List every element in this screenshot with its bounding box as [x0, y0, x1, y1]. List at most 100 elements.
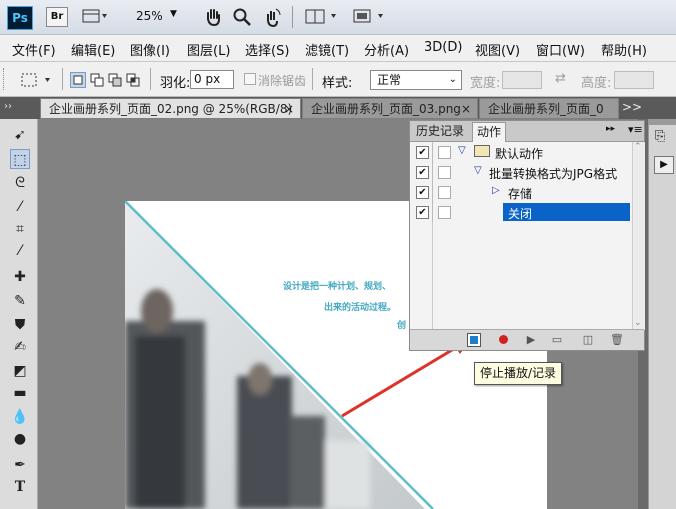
close-icon[interactable]: × [461, 99, 471, 118]
action-row-batch-convert[interactable]: ✔ ▽ 批量转换格式为JPG格式 [410, 162, 632, 182]
menu-layer[interactable]: 图层(L) [187, 40, 230, 59]
feather-input[interactable]: 0 px [190, 70, 234, 89]
toggle-checkbox[interactable]: ✔ [416, 206, 429, 219]
antialias-checkbox[interactable] [244, 73, 256, 85]
intersect-selection-button[interactable] [125, 72, 141, 88]
toggle-checkbox[interactable]: ✔ [416, 146, 429, 159]
menu-edit[interactable]: 编辑(E) [71, 40, 115, 59]
actions-panel-icon[interactable]: ▶ [654, 156, 674, 174]
dock-grip [649, 119, 676, 125]
lasso-tool-icon[interactable]: ᘓ [10, 173, 30, 193]
create-action-button[interactable]: ◫ [581, 333, 595, 347]
menu-3d[interactable]: 3D(D) [424, 40, 462, 55]
subtract-selection-button[interactable] [107, 72, 123, 88]
scrollbar[interactable]: ⌃ ⌄ [632, 142, 645, 330]
hand-tool-button[interactable] [203, 7, 223, 27]
play-icon: ▶ [526, 333, 536, 346]
menu-select[interactable]: 选择(S) [245, 40, 289, 59]
swap-dimensions-icon[interactable]: ⇄ [555, 71, 566, 86]
actions-panel: 历史记录 动作 ▸▸ ▾≡ ✔ ▽ 默认动作 ✔ ▽ 批量转换格式为JPG格式 … [409, 120, 645, 351]
scroll-up-icon[interactable]: ⌃ [634, 142, 642, 152]
crop-tool-icon[interactable]: ⌗ [10, 219, 30, 239]
tab-document-02[interactable]: 企业画册系列_页面_02.png @ 25%(RGB/8) × [40, 98, 301, 119]
menu-window[interactable]: 窗口(W) [536, 40, 585, 59]
toggle-checkbox[interactable]: ✔ [416, 186, 429, 199]
action-label: 批量转换格式为JPG格式 [489, 167, 618, 181]
menu-file[interactable]: 文件(F) [12, 40, 56, 59]
panel-menu-icon[interactable]: ▾≡ [628, 123, 643, 136]
screen-mode-icon [353, 9, 383, 23]
new-selection-button[interactable] [70, 72, 86, 88]
width-input[interactable] [502, 71, 542, 89]
move-tool-icon[interactable]: ➹ [10, 125, 30, 145]
panel-collapse-icon[interactable]: ▸▸ [606, 124, 615, 134]
add-selection-button[interactable] [89, 72, 105, 88]
tool-preset-picker[interactable] [20, 72, 54, 88]
panel-collapse-icon[interactable]: ›› [4, 101, 12, 112]
gradient-tool-icon[interactable]: ▬ [10, 383, 30, 403]
marquee-preset-icon [21, 73, 50, 87]
history-panel-icon[interactable]: ⎘ [655, 129, 673, 147]
feather-label: 羽化: [160, 76, 191, 91]
style-select[interactable]: 正常 ⌄ [370, 70, 462, 90]
dialog-toggle-checkbox[interactable] [438, 166, 451, 179]
dodge-tool-icon[interactable]: ● [10, 429, 30, 449]
menu-image[interactable]: 图像(I) [130, 40, 170, 59]
collapse-triangle-icon[interactable]: ▷ [492, 185, 500, 196]
record-icon [499, 335, 508, 344]
toggle-checkbox[interactable]: ✔ [416, 166, 429, 179]
rotate-view-button[interactable] [262, 7, 282, 28]
menu-filter[interactable]: 滤镜(T) [305, 40, 349, 59]
action-row-save[interactable]: ✔ ▷ 存储 [410, 182, 632, 202]
options-divider [62, 68, 63, 90]
view-extras-button[interactable] [82, 8, 108, 24]
screen-mode-button[interactable] [352, 8, 388, 24]
healing-brush-icon[interactable]: ✚ [10, 267, 30, 287]
application-bar: Ps Br 25% ▼ [0, 0, 676, 35]
expand-triangle-icon[interactable]: ▽ [458, 145, 466, 156]
blur-tool-icon[interactable]: 💧 [10, 407, 30, 427]
action-row-close[interactable]: ✔ 关闭 [410, 202, 632, 222]
tab-label: 企业画册系列_页面_02.png @ 25%(RGB/8) [49, 102, 293, 116]
menu-view[interactable]: 视图(V) [475, 40, 520, 59]
stop-playing-recording-button[interactable] [467, 333, 481, 347]
pen-tool-icon[interactable]: ✒ [10, 455, 30, 475]
tab-actions[interactable]: 动作 [472, 122, 507, 142]
menu-help[interactable]: 帮助(H) [601, 40, 647, 59]
record-button[interactable] [497, 333, 511, 347]
rectangular-marquee-icon[interactable]: ⬚ [10, 149, 30, 169]
menu-bar: 文件(F) 编辑(E) 图像(I) 图层(L) 选择(S) 滤镜(T) 分析(A… [0, 35, 676, 62]
close-icon[interactable]: × [284, 99, 294, 118]
dialog-toggle-checkbox[interactable] [438, 186, 451, 199]
subtract-selection-icon [108, 73, 122, 87]
tab-document-next[interactable]: 企业画册系列_页面_0 [479, 98, 619, 119]
menu-analysis[interactable]: 分析(A) [364, 40, 409, 59]
column-divider [432, 162, 433, 182]
zoom-level-dropdown[interactable]: 25% ▼ [136, 9, 180, 25]
magic-wand-icon[interactable]: ⁄ [10, 197, 30, 217]
type-tool-icon[interactable]: T [10, 477, 30, 497]
zoom-icon [233, 8, 251, 26]
options-divider [312, 68, 313, 90]
eraser-icon[interactable]: ◩ [10, 361, 30, 381]
scroll-down-icon[interactable]: ⌄ [634, 318, 642, 328]
height-input[interactable] [614, 71, 654, 89]
create-set-button[interactable]: ▭ [550, 333, 564, 347]
style-label: 样式: [322, 76, 353, 91]
zoom-tool-button[interactable] [232, 7, 252, 27]
action-row-default-set[interactable]: ✔ ▽ 默认动作 [410, 142, 632, 162]
play-selection-button[interactable]: ▶ [524, 333, 538, 347]
delete-button[interactable]: 🗑 [610, 333, 624, 347]
clone-stamp-icon[interactable]: ⛊ [10, 315, 30, 335]
arrange-documents-button[interactable] [305, 8, 339, 24]
brush-tool-icon[interactable]: ✎ [10, 291, 30, 311]
dialog-toggle-checkbox[interactable] [438, 206, 451, 219]
tab-history[interactable]: 历史记录 [412, 122, 468, 141]
tab-document-03[interactable]: 企业画册系列_页面_03.png × [302, 98, 478, 119]
more-tabs-button[interactable]: >> [622, 100, 642, 114]
bridge-button[interactable]: Br [46, 7, 68, 27]
history-brush-icon[interactable]: ✍ [10, 337, 30, 357]
expand-triangle-icon[interactable]: ▽ [474, 165, 482, 176]
dialog-toggle-checkbox[interactable] [438, 146, 451, 159]
eyedropper-icon[interactable]: ⁄ [10, 241, 30, 261]
